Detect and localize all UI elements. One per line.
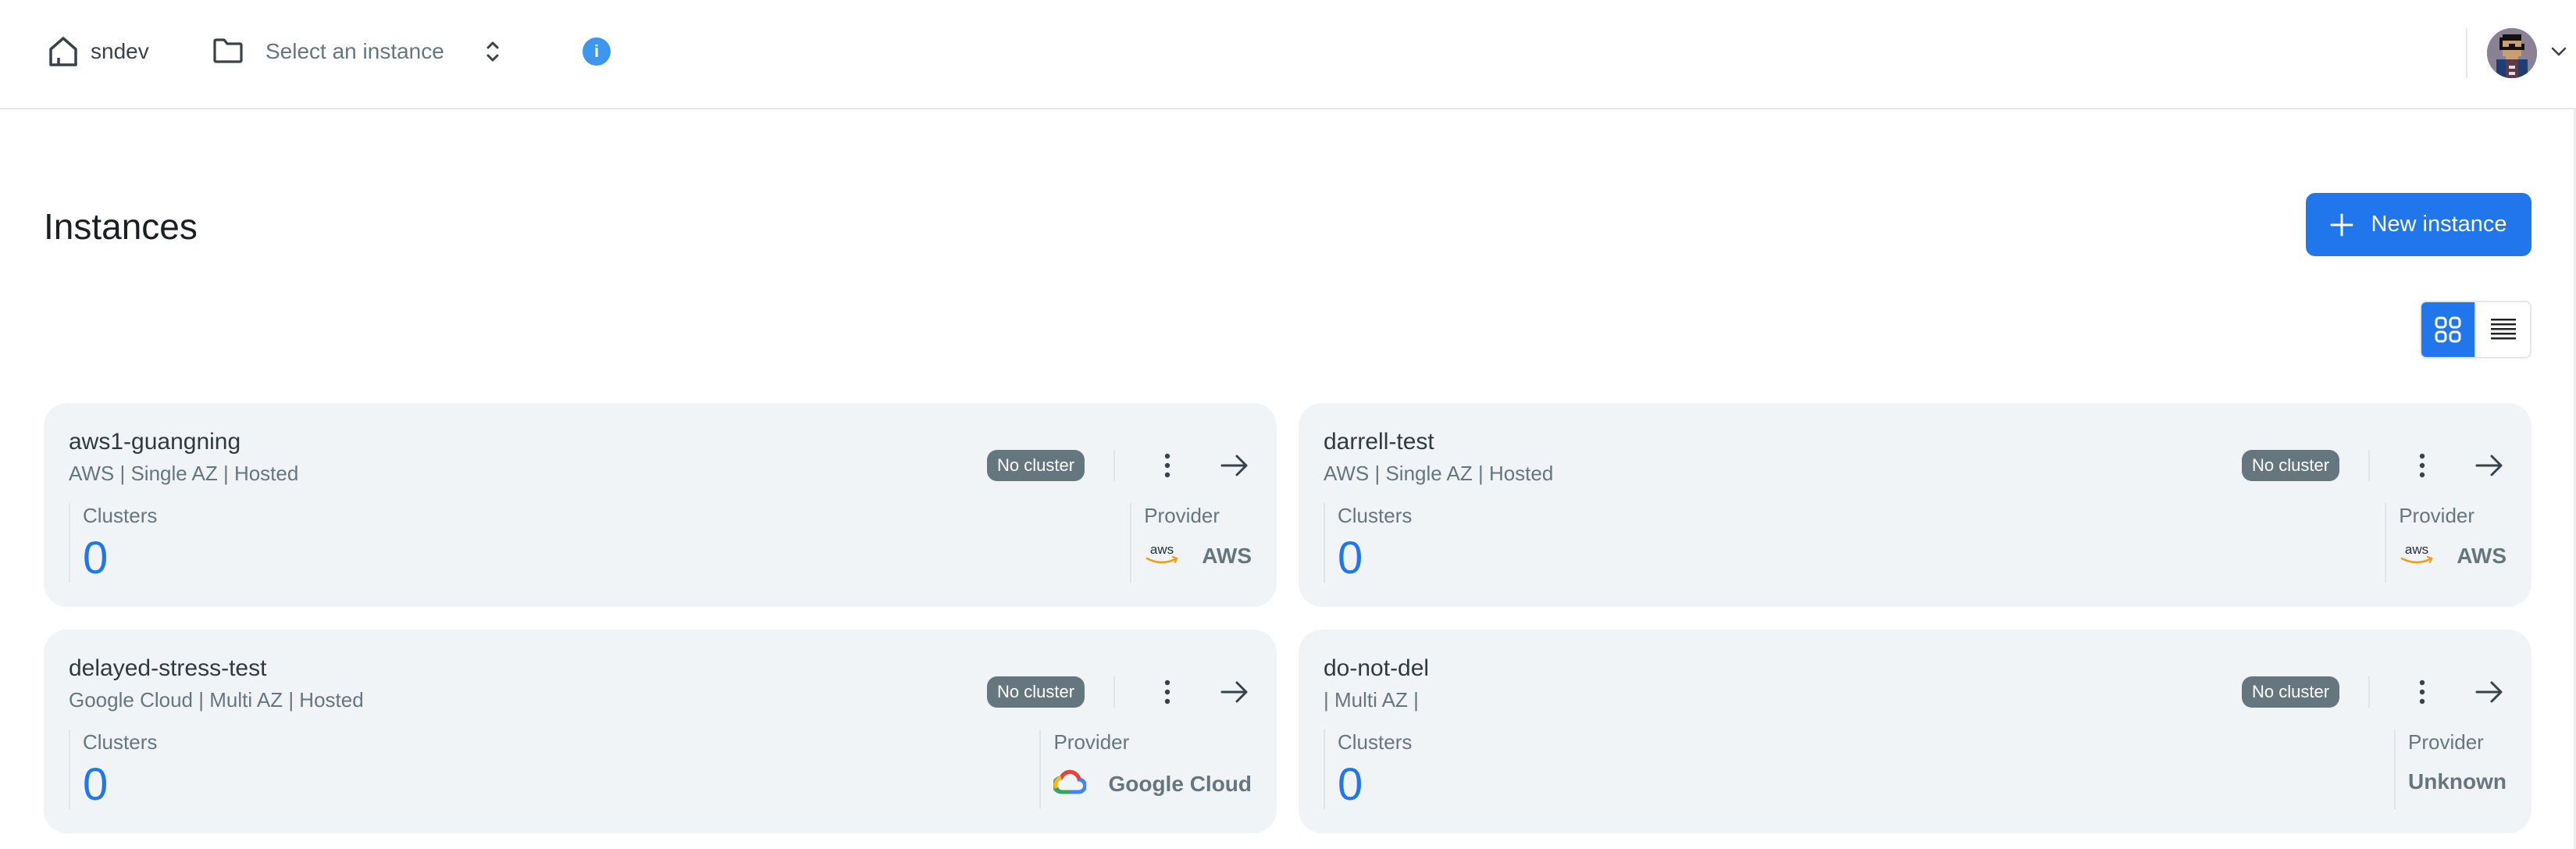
provider-name: Google Cloud xyxy=(1108,771,1252,796)
folder-icon xyxy=(212,37,244,64)
clusters-count: 0 xyxy=(1338,759,1363,810)
provider-stat: Provider aws AWS xyxy=(1130,503,1252,583)
aws-logo-icon: aws xyxy=(1144,542,1180,569)
instance-card[interactable]: darrell-test AWS | Single AZ | Hosted No… xyxy=(1299,403,2531,607)
org-name[interactable]: sndev xyxy=(91,37,149,66)
clusters-label: Clusters xyxy=(83,730,158,754)
instance-card[interactable]: delayed-stress-test Google Cloud | Multi… xyxy=(44,630,1277,833)
status-badge: No cluster xyxy=(2242,450,2340,481)
card-divider xyxy=(2368,676,2370,708)
clusters-count: 0 xyxy=(1338,533,1363,583)
provider-label: Provider xyxy=(2399,504,2475,527)
provider-name: AWS xyxy=(2457,543,2507,568)
instance-name[interactable]: do-not-del xyxy=(1324,655,1429,683)
status-badge: No cluster xyxy=(987,676,1085,708)
instance-subtitle: | Multi AZ | xyxy=(1324,688,1419,712)
provider-name: AWS xyxy=(1202,543,1252,568)
svg-text:aws: aws xyxy=(2405,542,2428,557)
list-view-button[interactable] xyxy=(2474,302,2530,357)
instance-subtitle: AWS | Single AZ | Hosted xyxy=(1324,462,1554,485)
provider-stat: Provider Google Cloud xyxy=(1039,729,1252,809)
plus-icon xyxy=(2330,213,2353,236)
home-icon[interactable] xyxy=(48,36,78,67)
new-instance-label: New instance xyxy=(2371,212,2507,237)
clusters-stat: Clusters 0 xyxy=(69,503,157,583)
more-options-icon[interactable] xyxy=(1157,676,1178,708)
clusters-stat: Clusters 0 xyxy=(1324,503,1412,583)
svg-text:aws: aws xyxy=(1150,542,1174,557)
instance-name[interactable]: delayed-stress-test xyxy=(69,655,266,683)
status-badge: No cluster xyxy=(2242,676,2340,708)
instance-card[interactable]: aws1-guangning AWS | Single AZ | Hosted … xyxy=(44,403,1277,607)
instance-card[interactable]: do-not-del | Multi AZ | No cluster Clust… xyxy=(1299,630,2531,833)
clusters-stat: Clusters 0 xyxy=(1324,729,1413,810)
clusters-label: Clusters xyxy=(1338,504,1413,527)
chevron-up-down-icon[interactable] xyxy=(483,37,503,66)
arrow-right-icon[interactable] xyxy=(1219,678,1250,706)
clusters-label: Clusters xyxy=(1338,730,1413,754)
page-title: Instances xyxy=(44,206,198,247)
provider-stat: Provider Unknown xyxy=(2394,729,2507,809)
more-options-icon[interactable] xyxy=(1157,450,1178,481)
clusters-label: Clusters xyxy=(83,504,158,527)
list-icon xyxy=(2490,319,2516,340)
instance-name[interactable]: aws1-guangning xyxy=(69,428,240,456)
provider-name: Unknown xyxy=(2408,769,2507,794)
google-cloud-logo-icon xyxy=(1052,769,1088,799)
aws-logo-icon: aws xyxy=(2399,542,2435,569)
arrow-right-icon[interactable] xyxy=(2474,451,2505,480)
user-avatar[interactable] xyxy=(2487,28,2537,78)
arrow-right-icon[interactable] xyxy=(1219,451,1250,480)
header-divider xyxy=(2466,28,2467,78)
more-options-icon[interactable] xyxy=(2412,676,2432,708)
provider-label: Provider xyxy=(1144,504,1220,527)
grid-icon xyxy=(2435,316,2461,343)
clusters-count: 0 xyxy=(83,533,109,583)
clusters-stat: Clusters 0 xyxy=(69,729,158,810)
provider-label: Provider xyxy=(2408,730,2484,754)
top-navbar: sndev Select an instance i xyxy=(0,0,2576,109)
instance-subtitle: Google Cloud | Multi AZ | Hosted xyxy=(69,688,364,712)
grid-view-button[interactable] xyxy=(2421,302,2474,357)
card-divider xyxy=(1113,450,1115,481)
view-toggle xyxy=(2420,301,2531,359)
instance-subtitle: AWS | Single AZ | Hosted xyxy=(69,462,299,485)
clusters-count: 0 xyxy=(83,759,109,810)
provider-label: Provider xyxy=(1053,730,1130,754)
arrow-right-icon[interactable] xyxy=(2474,678,2505,706)
chevron-down-icon[interactable] xyxy=(2550,45,2567,58)
status-badge: No cluster xyxy=(987,450,1085,481)
card-divider xyxy=(1113,676,1115,708)
info-icon[interactable]: i xyxy=(583,37,611,66)
new-instance-button[interactable]: New instance xyxy=(2306,193,2531,256)
more-options-icon[interactable] xyxy=(2412,450,2432,481)
card-divider xyxy=(2368,450,2370,481)
instance-selector[interactable]: Select an instance xyxy=(265,37,444,66)
instance-name[interactable]: darrell-test xyxy=(1324,428,1434,456)
provider-stat: Provider aws AWS xyxy=(2385,503,2507,583)
